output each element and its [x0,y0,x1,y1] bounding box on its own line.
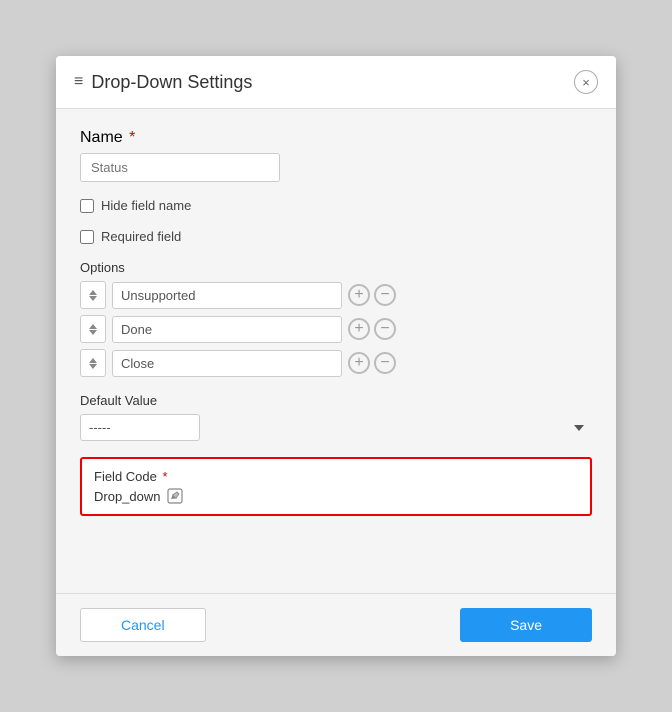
field-code-required-star: * [159,469,168,484]
hide-field-row: Hide field name [80,198,592,213]
option-input-2[interactable] [112,316,342,343]
name-input[interactable] [80,153,280,182]
dropdown-settings-icon: ≡ [74,73,83,91]
save-button[interactable]: Save [460,608,592,642]
dialog-header: ≡ Drop-Down Settings × [56,56,616,109]
dialog-title: Drop-Down Settings [91,72,252,93]
dialog-body: Name * Hide field name Required field Op… [56,109,616,593]
default-value-label: Default Value [80,393,592,408]
close-button[interactable]: × [574,70,598,94]
options-section: Options + − [80,260,592,377]
add-remove-btns-2: + − [348,318,396,340]
sort-button-3[interactable] [80,349,106,377]
option-row-2: + − [80,315,592,343]
hide-field-checkbox[interactable] [80,199,94,213]
add-remove-btns-3: + − [348,352,396,374]
field-code-value: Drop_down [94,489,161,504]
remove-option-button-2[interactable]: − [374,318,396,340]
sort-button-2[interactable] [80,315,106,343]
dialog-footer: Cancel Save [56,593,616,656]
down-arrow-icon [89,296,97,301]
name-label: Name * [80,129,592,147]
remove-option-button-3[interactable]: − [374,352,396,374]
hide-field-label: Hide field name [101,198,191,213]
required-field-label: Required field [101,229,181,244]
default-value-section: Default Value ----- Unsupported Done Clo… [80,393,592,441]
required-field-row: Required field [80,229,592,244]
add-remove-btns-1: + − [348,284,396,306]
down-arrow-icon-3 [89,364,97,369]
add-option-button-3[interactable]: + [348,352,370,374]
up-arrow-icon-2 [89,324,97,329]
default-select-wrapper: ----- Unsupported Done Close [80,414,592,441]
option-row-3: + − [80,349,592,377]
up-arrow-icon [89,290,97,295]
sort-button-1[interactable] [80,281,106,309]
option-input-3[interactable] [112,350,342,377]
option-input-1[interactable] [112,282,342,309]
default-value-select[interactable]: ----- Unsupported Done Close [80,414,200,441]
remove-option-button-1[interactable]: − [374,284,396,306]
add-option-button-1[interactable]: + [348,284,370,306]
dialog-title-area: ≡ Drop-Down Settings [74,72,252,93]
options-label: Options [80,260,592,275]
field-code-value-row: Drop_down [94,488,578,504]
up-arrow-icon-3 [89,358,97,363]
name-section: Name * [80,129,592,182]
add-option-button-2[interactable]: + [348,318,370,340]
cancel-button[interactable]: Cancel [80,608,206,642]
required-star: * [125,129,136,146]
down-arrow-icon-2 [89,330,97,335]
drop-down-settings-dialog: ≡ Drop-Down Settings × Name * Hide field… [56,56,616,656]
required-field-checkbox[interactable] [80,230,94,244]
option-row-1: + − [80,281,592,309]
edit-field-code-icon[interactable] [167,488,183,504]
field-code-label: Field Code * [94,469,578,484]
field-code-section: Field Code * Drop_down [80,457,592,516]
